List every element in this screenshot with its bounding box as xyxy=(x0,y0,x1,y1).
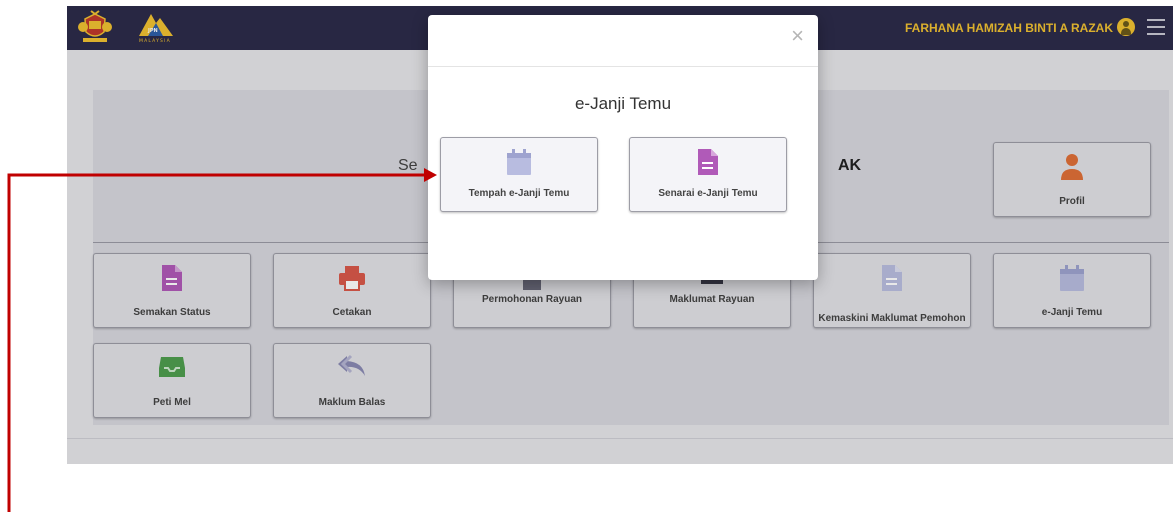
modal-header: × xyxy=(428,15,818,67)
application-window: JPN MALAYSIA FARHANA HAMIZAH BINTI A RAZ… xyxy=(67,6,1173,464)
button-label: Senarai e-Janji Temu xyxy=(658,188,758,199)
button-label: Tempah e-Janji Temu xyxy=(468,188,570,199)
tempah-e-janji-temu-button[interactable]: Tempah e-Janji Temu xyxy=(440,137,598,212)
document-icon xyxy=(698,149,718,175)
close-icon[interactable]: × xyxy=(791,23,804,49)
e-janji-temu-modal: × e-Janji Temu Tempah e-Janji Temu Senar… xyxy=(428,15,818,280)
calendar-icon xyxy=(507,149,531,175)
modal-title: e-Janji Temu xyxy=(574,94,672,113)
senarai-e-janji-temu-button[interactable]: Senarai e-Janji Temu xyxy=(629,137,787,212)
